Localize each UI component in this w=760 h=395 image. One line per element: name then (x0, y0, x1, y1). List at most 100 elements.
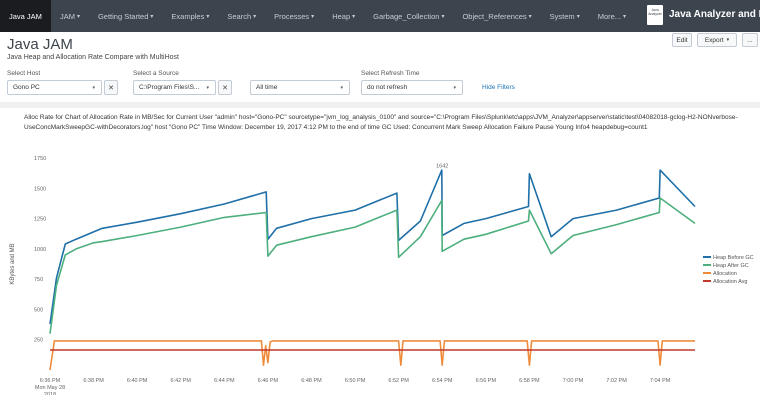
x-tick-label: 7:02 PM (606, 378, 627, 384)
nav-label: Garbage_Collection (373, 11, 440, 21)
host-dropdown[interactable]: Gono PC ▾ (7, 80, 102, 95)
chevron-down-icon: ▾ (76, 13, 80, 20)
chevron-down-icon: ▾ (253, 13, 257, 20)
nav-item-getting-started[interactable]: Getting Started ▾ (89, 0, 162, 32)
chevron-down-icon: ▾ (352, 13, 356, 20)
nav-item-jam[interactable]: JAM ▾ (51, 0, 89, 32)
host-clear-button[interactable]: ✕ (104, 80, 118, 95)
chevron-down-icon: ▾ (340, 84, 343, 91)
nav-label: Search (227, 11, 252, 21)
source-clear-button[interactable]: ✕ (218, 80, 232, 95)
chevron-down-icon: ▾ (92, 84, 95, 91)
x-tick-label-line: 6:44 PM (214, 378, 235, 384)
y-tick-label: 500 (34, 307, 43, 313)
x-tick-label-line: 6:46 PM (258, 378, 279, 384)
x-tick-label-line: 6:48 PM (301, 378, 322, 384)
source-filter-label: Select a Source (133, 70, 179, 77)
hide-filters-link[interactable]: Hide Filters (482, 84, 515, 91)
close-icon: ✕ (108, 84, 114, 92)
nav-item-heap[interactable]: Heap ▾ (323, 0, 364, 32)
app-name: Java Analyzer and Monitor (669, 9, 760, 20)
x-tick-label-line: 6:42 PM (171, 378, 192, 384)
refresh-dropdown-value: do not refresh (367, 84, 408, 91)
export-button-label: Export (704, 36, 724, 44)
export-button[interactable]: Export ▾ (697, 33, 737, 47)
x-tick-label-line: 6:54 PM (432, 378, 453, 384)
nav-label: Object_References (462, 11, 527, 21)
nav-label: Heap (332, 11, 351, 21)
app-logo-text: Java Analyzer (648, 8, 662, 16)
x-tick-label: 6:48 PM (301, 378, 322, 384)
x-tick-label: 6:44 PM (214, 378, 235, 384)
legend-swatch (703, 280, 711, 282)
y-tick-label: 750 (34, 277, 43, 283)
chevron-down-icon: ▾ (206, 84, 209, 91)
series-line (49, 197, 696, 334)
heap-allocation-chart: KBytes and MB 2505007501000125015001750 … (10, 156, 754, 395)
nav-label: System (549, 11, 575, 21)
y-axis-title: KBytes and MB (10, 243, 16, 284)
nav-item-processes[interactable]: Processes ▾ (265, 0, 323, 32)
x-tick-label-line: 6:58 PM (519, 378, 540, 384)
y-tick-label: 1000 (34, 247, 46, 253)
source-dropdown-value: C:\Program Files\S... (139, 84, 200, 91)
legend-swatch (703, 272, 711, 274)
x-tick-label-line: 6:50 PM (345, 378, 366, 384)
nav-label: More... (597, 11, 622, 21)
x-tick-label: 6:50 PM (345, 378, 366, 384)
series-lines (49, 169, 696, 371)
legend-label: Allocation Avg (713, 279, 747, 285)
chevron-down-icon: ▾ (441, 13, 445, 20)
section-divider (0, 102, 760, 108)
host-filter-label: Select Host (7, 70, 41, 77)
y-tick-label: 1250 (34, 217, 46, 223)
y-tick-label: 1500 (34, 186, 46, 192)
time-range-picker[interactable]: All time ▾ (250, 80, 350, 95)
x-tick-label: 6:40 PM (127, 378, 148, 384)
x-tick-label: 6:52 PM (388, 378, 409, 384)
time-range-value: All time (256, 84, 278, 91)
chevron-down-icon: ▾ (726, 37, 730, 43)
x-tick-label-line: 6:52 PM (388, 378, 409, 384)
edit-button[interactable]: Edit (672, 33, 692, 47)
close-icon: ✕ (222, 84, 228, 92)
legend-label: Heap After GC (713, 263, 749, 269)
nav-item-examples[interactable]: Examples ▾ (162, 0, 218, 32)
nav-item-garbage-collection[interactable]: Garbage_Collection ▾ (364, 0, 453, 32)
edit-button-label: Edit (676, 36, 688, 44)
chart-legend: Heap Before GC Heap After GC Allocation All… (703, 255, 754, 285)
nav-label: Java JAM (9, 11, 42, 21)
nav-label: Examples (171, 11, 205, 21)
chevron-down-icon: ▾ (311, 13, 315, 20)
x-axis-ticks: 6:36 PM Mon May 28 2018 6:38 PM 6:40 PM 6:42 … (35, 378, 671, 395)
refresh-dropdown[interactable]: do not refresh ▾ (361, 80, 463, 95)
nav-item-search[interactable]: Search ▾ (218, 0, 265, 32)
series-line (49, 340, 695, 371)
nav-item-java-jam[interactable]: Java JAM (0, 0, 51, 32)
x-tick-label: 7:00 PM (563, 378, 584, 384)
more-icon: ... (747, 36, 753, 44)
legend-swatch (703, 264, 711, 266)
annotations: 1642 (436, 163, 448, 169)
page-subtitle: Java Heap and Allocation Rate Compare wi… (7, 54, 179, 61)
chevron-down-icon: ▾ (206, 13, 210, 20)
x-tick-label-line: Mon May 28 (35, 385, 65, 391)
nav-label: JAM (59, 11, 75, 21)
x-tick-label: 6:38 PM (83, 378, 104, 384)
x-tick-label: 6:58 PM (519, 378, 540, 384)
x-tick-label: 6:36 PM Mon May 28 2018 (35, 378, 65, 395)
page-title: Java JAM (7, 36, 73, 53)
y-tick-label: 1750 (34, 156, 46, 162)
nav-item-system[interactable]: System ▾ (541, 0, 589, 32)
top-nav: Java JAM JAM ▾ Getting Started ▾ Examples ▾… (0, 0, 760, 32)
source-dropdown[interactable]: C:\Program Files\S... ▾ (133, 80, 216, 95)
chevron-down-icon: ▾ (576, 13, 580, 20)
nav-item-more[interactable]: More... ▾ (589, 0, 635, 32)
x-tick-label-line: 6:38 PM (83, 378, 104, 384)
x-tick-label: 6:56 PM (476, 378, 497, 384)
nav-item-object-references[interactable]: Object_References ▾ (453, 0, 540, 32)
nav-label: Processes (274, 11, 310, 21)
chevron-down-icon: ▾ (528, 13, 532, 20)
refresh-filter-label: Select Refresh Time (361, 70, 420, 77)
more-actions-button[interactable]: ... (742, 33, 758, 47)
